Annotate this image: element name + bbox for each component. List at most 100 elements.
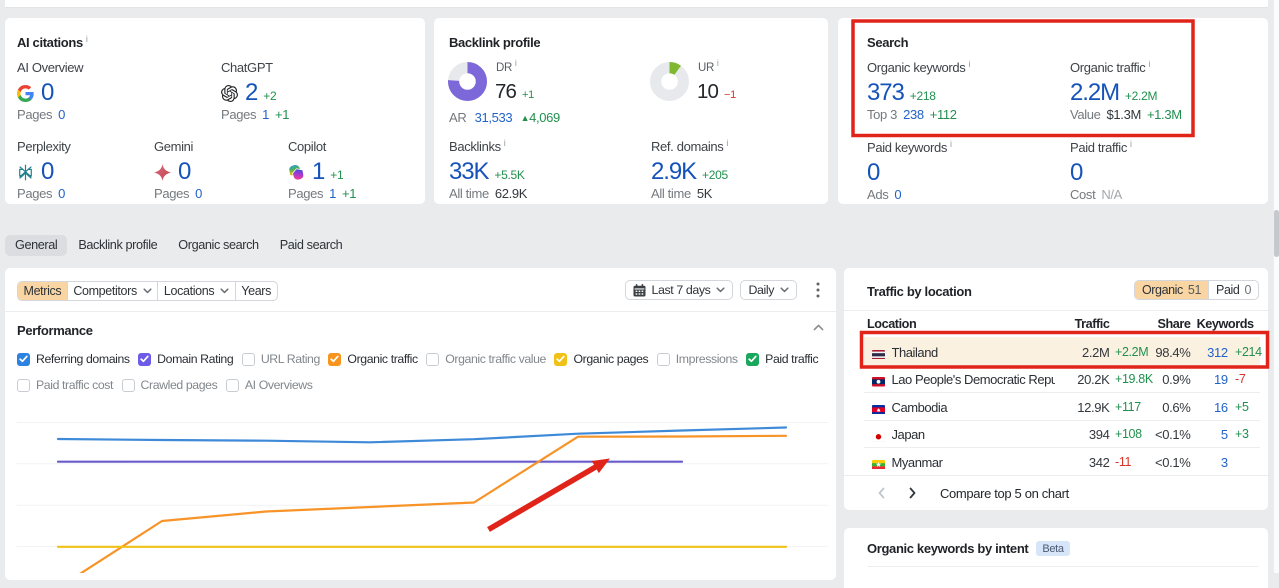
metric-label: Paid keywords i — [867, 139, 952, 155]
info-icon[interactable]: i — [1148, 59, 1150, 68]
col-keywords[interactable]: Keywords — [1197, 317, 1254, 331]
info-icon[interactable]: i — [968, 59, 970, 68]
organic-traffic-value[interactable]: 2.2M — [1070, 80, 1120, 105]
checkbox-unchecked-icon[interactable] — [17, 378, 30, 392]
prev-page-icon[interactable] — [874, 485, 890, 501]
metric-label: Organic keywords i — [867, 59, 970, 75]
info-icon[interactable]: i — [86, 35, 88, 44]
col-traffic[interactable]: Traffic — [1075, 317, 1110, 331]
traffic-row-japan[interactable]: Japan 394 +108 <0.1% 5 +3 — [864, 419, 1260, 448]
info-icon[interactable]: i — [950, 139, 952, 148]
ai-citations-pages-label: Pages — [17, 186, 53, 201]
keywords-delta: +3 — [1235, 427, 1249, 442]
table-rows: Thailand 2.2M +2.2M 98.4% 312 +214 Lao People'… — [864, 337, 1262, 475]
country-name[interactable]: Lao People's Democratic Republic — [892, 372, 1055, 387]
ref-domains-alltime-label: All time — [651, 186, 691, 201]
ar-row: AR 31,533 ▲4,069 — [449, 110, 560, 125]
info-icon[interactable]: i — [717, 58, 719, 67]
checkbox-checked-icon[interactable] — [746, 352, 760, 366]
metric-sub-row: Ads 0 — [867, 187, 952, 202]
checkbox-checked-icon[interactable] — [17, 352, 30, 366]
traffic-row-myanmar[interactable]: Myanmar 342 -11 <0.1% 3 — [864, 447, 1260, 475]
keywords-value[interactable]: 16 — [1214, 400, 1228, 415]
keywords-value[interactable]: 5 — [1221, 427, 1228, 442]
flag-laos-icon — [872, 375, 885, 390]
segment-years[interactable]: Years — [236, 282, 277, 300]
metric-delta: +1 — [330, 168, 344, 182]
tab-paid-search[interactable]: Paid search — [270, 235, 353, 256]
tab-backlink-profile[interactable]: Backlink profile — [68, 235, 167, 256]
country-name[interactable]: Japan — [892, 427, 1055, 442]
metric-checkbox-label: Crawled pages — [140, 378, 218, 392]
segment-competitors[interactable]: Competitors — [68, 282, 159, 300]
metric-checkbox-organic-traffic[interactable]: Organic traffic — [328, 352, 418, 366]
organic-keywords-value[interactable]: 373 — [867, 80, 905, 105]
col-share[interactable]: Share — [1157, 317, 1190, 331]
checkbox-unchecked-icon[interactable] — [656, 352, 670, 366]
metric-checkbox-domain-rating[interactable]: Domain Rating — [138, 352, 234, 366]
metric-checkbox-organic-traffic-value[interactable]: Organic traffic value — [426, 352, 546, 366]
keywords-value[interactable]: 3 — [1221, 455, 1228, 470]
3-label: Years — [241, 284, 272, 298]
top3-value[interactable]: 238 — [903, 107, 924, 122]
country-name[interactable]: Thailand — [892, 345, 1055, 360]
backlinks-value[interactable]: 33K — [449, 160, 490, 184]
toggle-paid[interactable]: Paid 0 — [1208, 281, 1258, 299]
checkbox-checked-icon[interactable] — [328, 352, 342, 366]
date-range-button[interactable]: Last 7 days — [625, 280, 734, 300]
info-icon[interactable]: i — [515, 58, 517, 67]
share-value: <0.1% — [1155, 454, 1191, 470]
1-pages-value: 1 — [262, 106, 270, 122]
metric-checkbox-impressions[interactable]: Impressions — [656, 352, 738, 366]
checkbox-unchecked-icon[interactable] — [225, 378, 239, 392]
checkbox-unchecked-icon[interactable] — [121, 378, 135, 392]
organic-keywords-intent-card: Organic keywords by intent Beta — [844, 528, 1268, 588]
collapse-chevron-icon[interactable] — [813, 324, 824, 331]
traffic-row-thailand[interactable]: Thailand 2.2M +2.2M 98.4% 312 +214 — [864, 337, 1262, 365]
svg-element — [556, 355, 566, 363]
calendar-icon — [633, 283, 646, 296]
segment-locations[interactable]: Locations — [158, 282, 236, 300]
traffic-row-lao[interactable]: Lao People's Democratic Republic 20.2K +19… — [864, 364, 1260, 393]
info-icon[interactable]: i — [504, 139, 506, 148]
metric-checkbox-paid-traffic-cost[interactable]: Paid traffic cost — [17, 378, 113, 392]
info-icon[interactable]: i — [1130, 139, 1132, 148]
ur-delta: −1 — [724, 89, 736, 101]
tab-general[interactable]: General — [5, 234, 68, 256]
metric-checkbox-ai-overviews[interactable]: AI Overviews — [225, 378, 313, 392]
compare-top5-link[interactable]: Compare top 5 on chart — [940, 486, 1069, 501]
checkbox-unchecked-icon[interactable] — [426, 352, 440, 366]
keywords-value[interactable]: 312 — [1207, 345, 1228, 360]
toggle-paid-label: Paid — [1216, 283, 1240, 297]
scrollbar-thumb[interactable] — [1273, 210, 1279, 257]
metric-checkbox-paid-traffic[interactable]: Paid traffic — [746, 352, 819, 366]
ref-domains-delta: +205 — [701, 168, 728, 182]
0-label: Metrics — [23, 284, 62, 298]
country-name[interactable]: Cambodia — [892, 400, 1055, 415]
metric-value-row: 0 — [17, 80, 83, 105]
metric-checkbox-crawled-pages[interactable]: Crawled pages — [121, 378, 218, 392]
metric-checkbox-referring-domains[interactable]: Referring domains — [17, 352, 130, 366]
info-icon[interactable]: i — [726, 139, 728, 148]
granularity-button[interactable]: Daily — [740, 280, 797, 300]
checkbox-checked-icon[interactable] — [554, 352, 568, 366]
tab-organic-search[interactable]: Organic search — [168, 235, 268, 256]
country-name[interactable]: Myanmar — [892, 455, 1055, 470]
metric-checkbox-organic-pages[interactable]: Organic pages — [554, 352, 649, 366]
segment-metrics[interactable]: Metrics — [18, 282, 68, 300]
ar-value[interactable]: 31,533 — [475, 110, 513, 125]
traffic-row-cambodia[interactable]: Cambodia 12.9K +117 0.6% 16 +5 — [864, 392, 1260, 420]
ref-domains-value[interactable]: 2.9K — [651, 160, 697, 184]
organic-keywords-delta: +218 — [909, 88, 936, 103]
paid-keywords-block: Paid keywords i 0 Ads 0 — [867, 139, 952, 202]
toggle-organic[interactable]: Organic 51 — [1134, 281, 1209, 299]
metric-checkbox-url-rating[interactable]: URL Rating — [241, 352, 320, 366]
kebab-menu-icon[interactable] — [816, 282, 820, 298]
scrollbar-track[interactable] — [1273, 0, 1279, 573]
checkbox-unchecked-icon[interactable] — [241, 352, 255, 366]
keywords-value[interactable]: 19 — [1214, 372, 1228, 387]
checkbox-checked-icon[interactable] — [138, 352, 152, 366]
metric-checkbox-label: Impressions — [675, 352, 738, 366]
next-page-icon[interactable] — [904, 485, 920, 501]
col-location[interactable]: Location — [867, 317, 917, 331]
